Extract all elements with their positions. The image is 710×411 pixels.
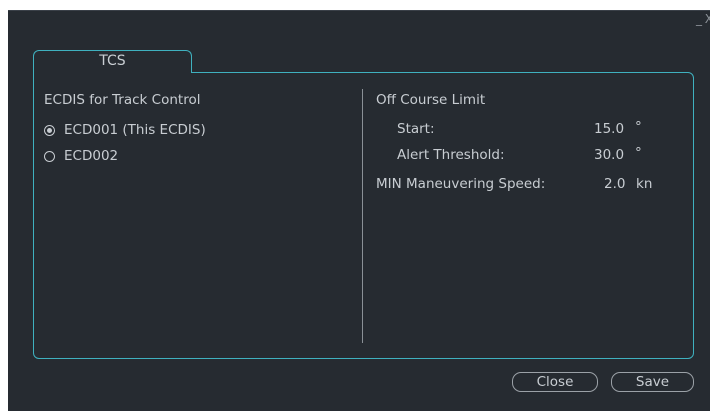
min-maneuvering-speed-unit: kn [636,176,653,192]
ecdis-track-control-heading: ECDIS for Track Control [44,92,201,108]
radio-option-ecd001-label: ECD001 (This ECDIS) [64,122,206,138]
column-divider [362,89,363,343]
start-label: Start: [397,121,435,137]
alert-threshold-unit: ° [635,145,642,161]
tcs-panel: ECDIS for Track Control ECD001 (This ECD… [33,72,694,359]
minimize-button[interactable]: _ [696,12,702,26]
start-value[interactable]: 15.0 [594,121,624,137]
close-window-button[interactable]: X [705,12,710,26]
tab-tcs[interactable]: TCS [33,50,192,73]
title-bar: _ X [8,11,710,29]
radio-option-ecd002-label: ECD002 [64,148,119,164]
min-maneuvering-speed-label: MIN Maneuvering Speed: [376,176,546,192]
radio-unselected-icon[interactable] [44,150,55,162]
alert-threshold-value[interactable]: 30.0 [594,147,624,163]
alert-threshold-label: Alert Threshold: [397,147,505,163]
tab-tcs-label: TCS [99,53,126,69]
min-maneuvering-speed-value[interactable]: 2.0 [604,176,625,192]
radio-option-ecd002[interactable]: ECD002 [44,147,118,165]
tcs-settings-dialog: _ X TCS ECDIS for Track Control ECD001 (… [8,10,710,411]
save-button[interactable]: Save [611,372,694,392]
close-button[interactable]: Close [512,372,598,392]
start-unit: ° [635,119,642,135]
radio-selected-icon[interactable] [44,124,55,136]
radio-option-ecd001[interactable]: ECD001 (This ECDIS) [44,121,206,139]
off-course-limit-heading: Off Course Limit [376,92,486,108]
